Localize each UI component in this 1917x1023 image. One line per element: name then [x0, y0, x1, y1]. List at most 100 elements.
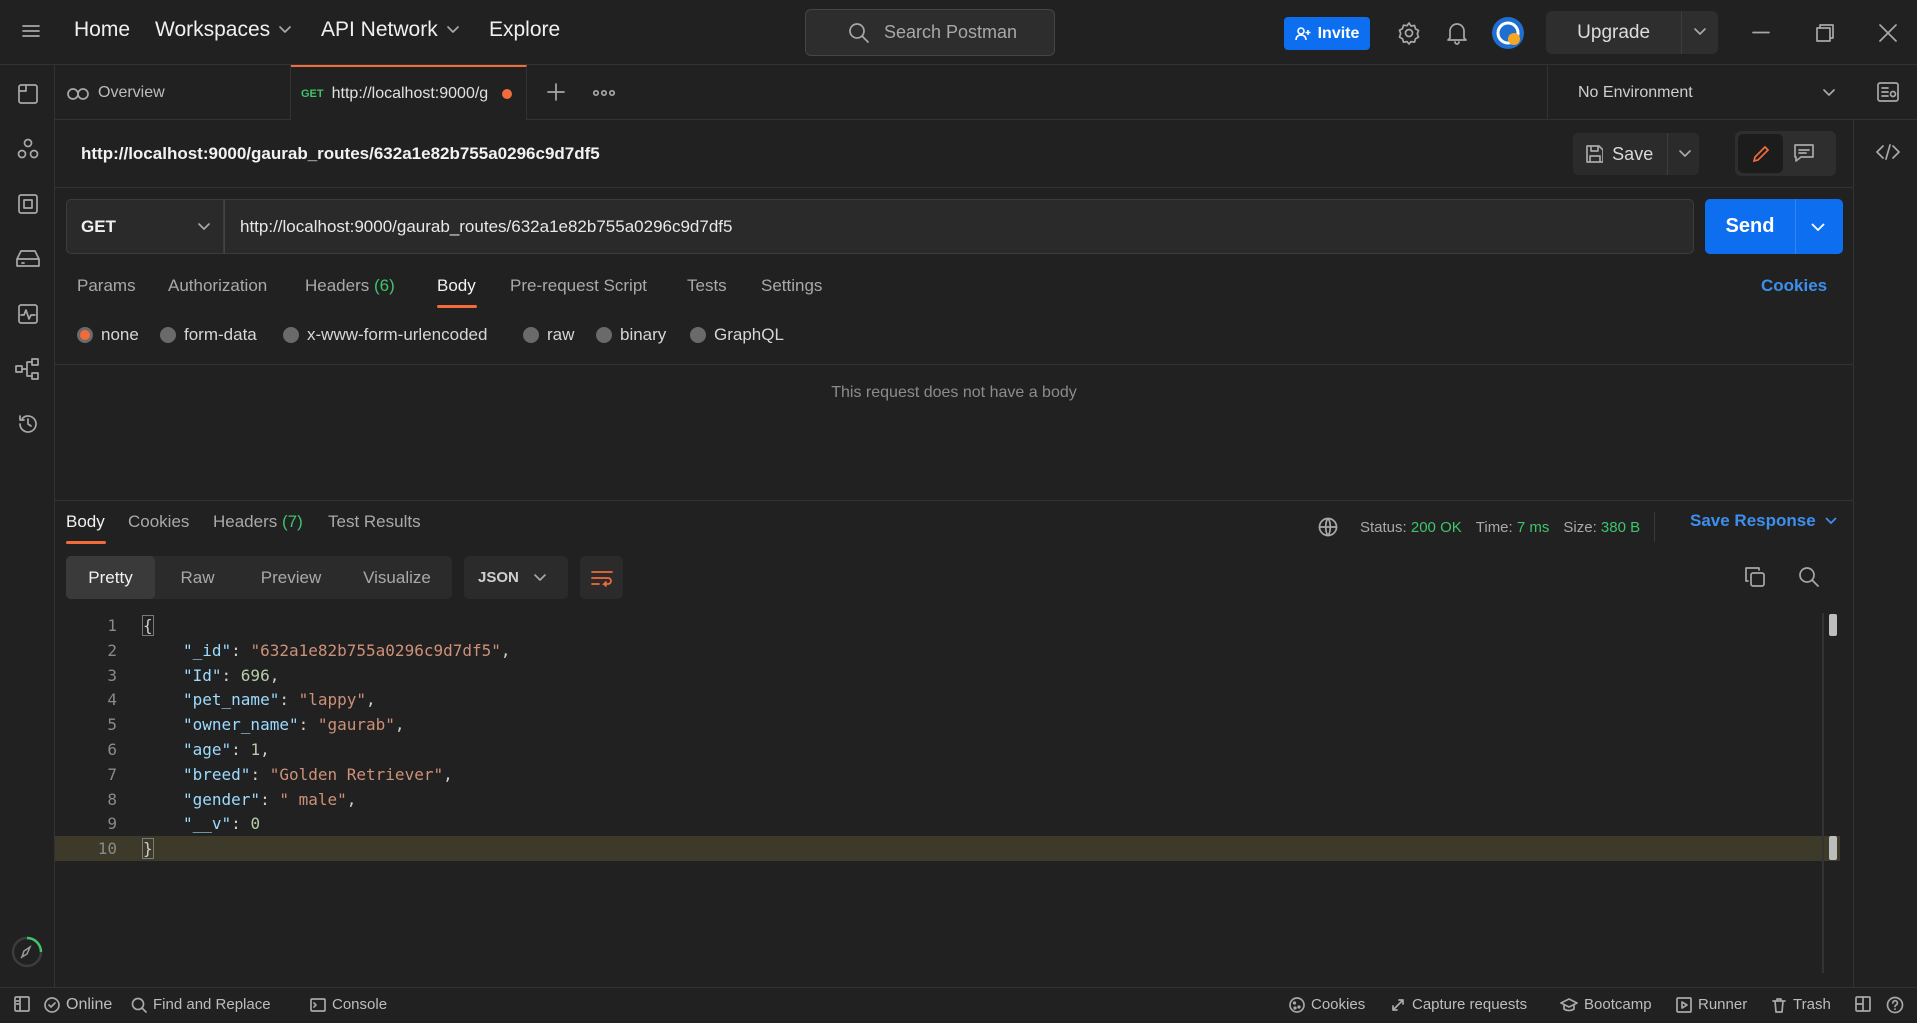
radio-raw[interactable]: raw: [523, 325, 574, 345]
line-number: 7: [107, 764, 117, 784]
toggle-sidebar-icon[interactable]: [14, 996, 30, 1012]
more-tabs-icon[interactable]: [593, 89, 615, 97]
response-body-code[interactable]: 1{2 "_id": "632a1e82b755a0296c9d7df5", 3 "I…: [55, 613, 1840, 973]
upgrade-button[interactable]: Upgrade: [1546, 11, 1718, 54]
radio-raw-label: raw: [547, 325, 575, 344]
response-tab-body[interactable]: Body: [66, 512, 105, 532]
scrollbar-thumb[interactable]: [1829, 614, 1837, 636]
runner-icon: [1676, 996, 1692, 1013]
environments-icon[interactable]: [17, 193, 39, 215]
code-icon[interactable]: [1876, 144, 1900, 160]
nav-api-network-label: API Network: [321, 18, 438, 41]
rocket-icon[interactable]: [10, 935, 44, 969]
json-key: "_id": [183, 640, 232, 660]
tab-request[interactable]: GET http://localhost:9000/g: [291, 65, 527, 120]
close-icon[interactable]: [1879, 24, 1897, 42]
minimize-icon[interactable]: [1752, 31, 1770, 34]
restore-icon[interactable]: [1816, 24, 1834, 42]
search-icon: [849, 22, 869, 43]
json-comma: ,: [394, 715, 405, 735]
nav-home[interactable]: Home: [74, 18, 130, 42]
method-select[interactable]: GET: [66, 199, 224, 254]
copy-icon[interactable]: [1744, 566, 1766, 588]
pane-divider[interactable]: [55, 500, 1853, 501]
status-label[interactable]: Status: 200 OK: [1360, 519, 1462, 536]
capture-icon: [1392, 998, 1404, 1011]
new-tab-plus-icon[interactable]: [547, 83, 565, 101]
format-select[interactable]: JSON: [464, 556, 568, 599]
request-title[interactable]: http://localhost:9000/gaurab_routes/632a…: [81, 144, 600, 164]
apis-icon[interactable]: [17, 138, 39, 160]
cookies-link[interactable]: Cookies: [1761, 276, 1827, 296]
invite-button[interactable]: Invite: [1284, 17, 1370, 50]
tab-settings[interactable]: Settings: [761, 276, 822, 296]
flows-icon[interactable]: [15, 358, 41, 380]
view-visualize[interactable]: Visualize: [342, 556, 452, 599]
code-line: 10}: [55, 836, 1840, 862]
chevron-down-icon: [1679, 150, 1691, 157]
collections-icon[interactable]: [17, 83, 39, 105]
tab-body[interactable]: Body: [437, 276, 476, 296]
wrap-lines-button[interactable]: [580, 556, 623, 599]
tab-authorization[interactable]: Authorization: [168, 276, 267, 296]
size-value: 380 B: [1600, 518, 1641, 536]
nav-workspaces[interactable]: Workspaces: [155, 18, 292, 42]
console-icon: [310, 997, 326, 1012]
nav-explore[interactable]: Explore: [489, 18, 560, 42]
two-pane-view-icon[interactable]: [1855, 996, 1871, 1012]
time-label[interactable]: Time: 7 ms: [1476, 519, 1550, 536]
tab-overview[interactable]: Overview: [55, 65, 291, 120]
tab-headers[interactable]: Headers (6): [305, 276, 395, 296]
console[interactable]: Console: [310, 996, 387, 1013]
view-raw[interactable]: Raw: [155, 556, 240, 599]
search-response-icon[interactable]: [1798, 566, 1820, 588]
menu-icon[interactable]: [22, 23, 40, 39]
tab-bar: Overview GET http://localhost:9000/g No …: [55, 65, 1917, 120]
url-input[interactable]: http://localhost:9000/gaurab_routes/632a…: [224, 199, 1694, 254]
environment-quick-look-icon[interactable]: [1877, 82, 1899, 102]
capture-requests-label: Capture requests: [1412, 996, 1528, 1013]
find-replace[interactable]: Find and Replace: [131, 996, 271, 1013]
comments-icon[interactable]: [1793, 143, 1815, 163]
history-icon[interactable]: [17, 413, 39, 435]
help-icon[interactable]: [1886, 996, 1904, 1014]
edit-mode-button[interactable]: [1738, 134, 1783, 173]
environment-select[interactable]: No Environment: [1547, 65, 1853, 120]
radio-form-data[interactable]: form-data: [160, 325, 257, 345]
response-tab-cookies[interactable]: Cookies: [128, 512, 189, 532]
size-label[interactable]: Size: 380 B: [1563, 519, 1640, 536]
radio-x-www-form-urlencoded[interactable]: x-www-form-urlencoded: [283, 325, 487, 345]
globe-icon[interactable]: [1318, 517, 1338, 537]
settings-gear-icon[interactable]: [1397, 21, 1421, 45]
trash[interactable]: Trash: [1771, 996, 1831, 1013]
tab-pre-request-script[interactable]: Pre-request Script: [510, 276, 647, 296]
search-input[interactable]: Search Postman: [805, 9, 1055, 56]
radio-binary[interactable]: binary: [596, 325, 666, 345]
send-button[interactable]: Send: [1705, 199, 1843, 254]
monitors-icon[interactable]: [17, 303, 39, 325]
mock-servers-icon[interactable]: [15, 249, 41, 269]
save-button[interactable]: Save: [1573, 133, 1699, 175]
tab-params[interactable]: Params: [77, 276, 136, 296]
online-status[interactable]: Online: [44, 996, 112, 1014]
runner[interactable]: Runner: [1676, 996, 1747, 1013]
save-response-button[interactable]: Save Response: [1690, 511, 1838, 531]
json-value: 696: [240, 665, 270, 685]
nav-api-network[interactable]: API Network: [321, 18, 460, 42]
json-key: "gender": [183, 789, 261, 809]
response-tab-test-results[interactable]: Test Results: [328, 512, 421, 532]
cookies-status[interactable]: Cookies: [1289, 996, 1365, 1013]
trash-label: Trash: [1793, 996, 1831, 1013]
radio-graphql[interactable]: GraphQL: [690, 325, 784, 345]
bootcamp[interactable]: Bootcamp: [1560, 996, 1652, 1013]
tab-tests[interactable]: Tests: [687, 276, 727, 296]
response-tab-headers[interactable]: Headers (7): [213, 512, 303, 532]
view-mode-toggle[interactable]: [1735, 131, 1836, 176]
radio-none[interactable]: none: [77, 325, 139, 345]
capture-requests[interactable]: Capture requests: [1390, 996, 1527, 1013]
view-pretty[interactable]: Pretty: [66, 556, 155, 599]
avatar[interactable]: [1491, 16, 1525, 50]
runner-label: Runner: [1698, 996, 1748, 1013]
notifications-bell-icon[interactable]: [1446, 21, 1468, 45]
view-preview[interactable]: Preview: [240, 556, 342, 599]
